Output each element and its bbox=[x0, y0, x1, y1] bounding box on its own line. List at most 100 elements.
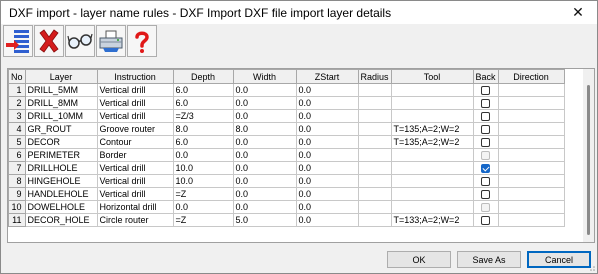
back-checkbox[interactable] bbox=[481, 86, 491, 96]
table-row[interactable]: 4 GR_ROUT Groove router 8.0 8.0 0.0 T=135;A=2;… bbox=[8, 122, 565, 136]
scrollbar-thumb[interactable] bbox=[587, 85, 590, 235]
zstart-cell[interactable]: 0.0 bbox=[295, 213, 359, 227]
back-cell[interactable] bbox=[472, 187, 499, 201]
radius-cell[interactable] bbox=[357, 161, 392, 175]
table-row[interactable]: 1 DRILL_5MM Vertical drill 6.0 0.0 0.0 bbox=[8, 83, 565, 97]
direction-cell[interactable] bbox=[497, 148, 565, 162]
table-row[interactable]: 10 DOWELHOLE Horizontal drill 0.0 0.0 0.0 bbox=[8, 200, 565, 214]
tool-cell[interactable] bbox=[390, 148, 474, 162]
column-header-direction[interactable]: Direction bbox=[497, 69, 565, 84]
radius-cell[interactable] bbox=[357, 174, 392, 188]
depth-cell[interactable]: 6.0 bbox=[172, 96, 234, 110]
table-row[interactable]: 9 HANDLEHOLE Vertical drill =Z 0.0 0.0 bbox=[8, 187, 565, 201]
instruction-cell[interactable]: Vertical drill bbox=[96, 83, 174, 97]
depth-cell[interactable]: 6.0 bbox=[172, 135, 234, 149]
tool-cell[interactable] bbox=[390, 161, 474, 175]
direction-cell[interactable] bbox=[497, 187, 565, 201]
table-row[interactable]: 11 DECOR_HOLE Circle router =Z 5.0 0.0 T=133;A… bbox=[8, 213, 565, 227]
width-cell[interactable]: 0.0 bbox=[232, 174, 297, 188]
width-cell[interactable]: 0.0 bbox=[232, 109, 297, 123]
instruction-cell[interactable]: Vertical drill bbox=[96, 174, 174, 188]
instruction-cell[interactable]: Border bbox=[96, 148, 174, 162]
zstart-cell[interactable]: 0.0 bbox=[295, 96, 359, 110]
back-cell[interactable] bbox=[472, 109, 499, 123]
instruction-cell[interactable]: Groove router bbox=[96, 122, 174, 136]
tool-cell[interactable] bbox=[390, 96, 474, 110]
column-header-instruction[interactable]: Instruction bbox=[96, 69, 174, 84]
table-row[interactable]: 6 PERIMETER Border 0.0 0.0 0.0 bbox=[8, 148, 565, 162]
save-as-button[interactable]: Save As bbox=[457, 251, 521, 268]
layer-cell[interactable]: HANDLEHOLE bbox=[24, 187, 98, 201]
close-button[interactable]: ✕ bbox=[559, 1, 597, 24]
table-row[interactable]: 7 DRILLHOLE Vertical drill 10.0 0.0 0.0 bbox=[8, 161, 565, 175]
table-row[interactable]: 5 DECOR Contour 6.0 0.0 0.0 T=135;A=2;W=2 bbox=[8, 135, 565, 149]
column-header-layer[interactable]: Layer bbox=[24, 69, 98, 84]
back-checkbox[interactable] bbox=[481, 138, 491, 148]
back-checkbox[interactable] bbox=[481, 125, 491, 135]
depth-cell[interactable]: =Z bbox=[172, 213, 234, 227]
instruction-cell[interactable]: Vertical drill bbox=[96, 161, 174, 175]
width-cell[interactable]: 0.0 bbox=[232, 187, 297, 201]
zstart-cell[interactable]: 0.0 bbox=[295, 200, 359, 214]
instruction-cell[interactable]: Circle router bbox=[96, 213, 174, 227]
back-cell[interactable] bbox=[472, 83, 499, 97]
layer-cell[interactable]: DECOR bbox=[24, 135, 98, 149]
back-cell[interactable] bbox=[472, 148, 499, 162]
depth-cell[interactable]: 0.0 bbox=[172, 200, 234, 214]
ok-button[interactable]: OK bbox=[387, 251, 451, 268]
back-checkbox[interactable] bbox=[481, 177, 491, 187]
delete-button[interactable] bbox=[34, 25, 64, 57]
direction-cell[interactable] bbox=[497, 96, 565, 110]
radius-cell[interactable] bbox=[357, 148, 392, 162]
width-cell[interactable]: 0.0 bbox=[232, 83, 297, 97]
direction-cell[interactable] bbox=[497, 174, 565, 188]
radius-cell[interactable] bbox=[357, 187, 392, 201]
zstart-cell[interactable]: 0.0 bbox=[295, 161, 359, 175]
radius-cell[interactable] bbox=[357, 83, 392, 97]
instruction-cell[interactable]: Vertical drill bbox=[96, 187, 174, 201]
direction-cell[interactable] bbox=[497, 135, 565, 149]
width-cell[interactable]: 0.0 bbox=[232, 135, 297, 149]
width-cell[interactable]: 0.0 bbox=[232, 200, 297, 214]
tool-cell[interactable]: T=135;A=2;W=2 bbox=[390, 122, 474, 136]
layer-rules-grid[interactable]: No Layer Instruction Depth Width ZStart … bbox=[7, 68, 595, 243]
layer-cell[interactable]: DRILLHOLE bbox=[24, 161, 98, 175]
zstart-cell[interactable]: 0.0 bbox=[295, 83, 359, 97]
back-cell[interactable] bbox=[472, 213, 499, 227]
depth-cell[interactable]: 8.0 bbox=[172, 122, 234, 136]
resize-grip-icon[interactable] bbox=[587, 263, 595, 271]
width-cell[interactable]: 0.0 bbox=[232, 96, 297, 110]
table-row[interactable]: 2 DRILL_8MM Vertical drill 6.0 0.0 0.0 bbox=[8, 96, 565, 110]
instruction-cell[interactable]: Contour bbox=[96, 135, 174, 149]
width-cell[interactable]: 5.0 bbox=[232, 213, 297, 227]
width-cell[interactable]: 0.0 bbox=[232, 161, 297, 175]
back-checkbox[interactable] bbox=[481, 190, 491, 200]
layer-cell[interactable]: DRILL_8MM bbox=[24, 96, 98, 110]
table-row[interactable]: 8 HINGEHOLE Vertical drill 10.0 0.0 0.0 bbox=[8, 174, 565, 188]
column-header-tool[interactable]: Tool bbox=[390, 69, 474, 84]
zstart-cell[interactable]: 0.0 bbox=[295, 148, 359, 162]
layer-cell[interactable]: DECOR_HOLE bbox=[24, 213, 98, 227]
zstart-cell[interactable]: 0.0 bbox=[295, 109, 359, 123]
back-cell[interactable] bbox=[472, 122, 499, 136]
zstart-cell[interactable]: 0.0 bbox=[295, 174, 359, 188]
zstart-cell[interactable]: 0.0 bbox=[295, 122, 359, 136]
instruction-cell[interactable]: Vertical drill bbox=[96, 96, 174, 110]
depth-cell[interactable]: 10.0 bbox=[172, 161, 234, 175]
radius-cell[interactable] bbox=[357, 109, 392, 123]
depth-cell[interactable]: 10.0 bbox=[172, 174, 234, 188]
back-checkbox[interactable] bbox=[481, 164, 491, 174]
tool-cell[interactable] bbox=[390, 174, 474, 188]
title-bar[interactable]: DXF import - layer name rules - DXF Impo… bbox=[1, 1, 597, 24]
back-cell[interactable] bbox=[472, 135, 499, 149]
direction-cell[interactable] bbox=[497, 213, 565, 227]
print-button[interactable] bbox=[96, 25, 126, 57]
back-cell[interactable] bbox=[472, 96, 499, 110]
import-list-button[interactable] bbox=[3, 25, 33, 57]
radius-cell[interactable] bbox=[357, 135, 392, 149]
tool-cell[interactable] bbox=[390, 83, 474, 97]
table-row[interactable]: 3 DRILL_10MM Vertical drill =Z/3 0.0 0.0 bbox=[8, 109, 565, 123]
help-button[interactable] bbox=[127, 25, 157, 57]
column-header-width[interactable]: Width bbox=[232, 69, 297, 84]
zstart-cell[interactable]: 0.0 bbox=[295, 187, 359, 201]
